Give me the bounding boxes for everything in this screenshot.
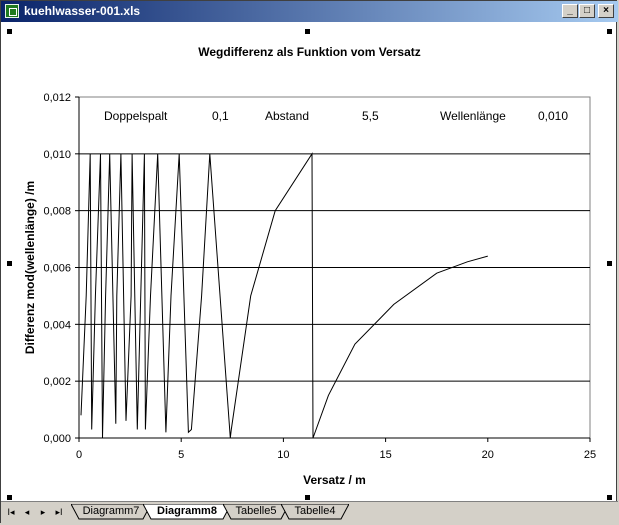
next-sheet-button[interactable]: ▸ — [37, 506, 49, 518]
x-tick-label: 5 — [178, 449, 184, 461]
parameter-label: Wellenlänge — [440, 109, 506, 123]
last-sheet-button[interactable]: ▸I — [53, 506, 65, 518]
x-tick-label: 10 — [277, 449, 289, 461]
x-tick-label: 15 — [379, 449, 391, 461]
sheet-tab[interactable]: Tabelle5 — [223, 504, 289, 520]
x-tick-label: 0 — [76, 449, 82, 461]
y-tick-label: 0,004 — [43, 319, 71, 331]
x-axis-label: Versatz / m — [303, 473, 366, 487]
sheet-tab[interactable]: Tabelle4 — [281, 504, 349, 520]
chart-area[interactable]: Wegdifferenz als Funktion vom Versatz 0,… — [7, 25, 612, 500]
excel-window: kuehlwasser-001.xls _ □ × Wegdifferenz a… — [0, 0, 618, 523]
window-title: kuehlwasser-001.xls — [24, 4, 141, 18]
excel-app-icon[interactable] — [5, 4, 19, 18]
x-tick-label: 20 — [482, 449, 494, 461]
parameter-value: 0,1 — [212, 109, 229, 123]
parameter-label: Doppelspalt — [104, 109, 168, 123]
y-axis-label: Differenz mod(wellenlänge) /m — [23, 181, 37, 354]
parameter-value: 0,010 — [538, 109, 568, 123]
title-bar[interactable]: kuehlwasser-001.xls _ □ × — [1, 1, 618, 22]
prev-sheet-button[interactable]: ◂ — [21, 506, 33, 518]
maximize-button[interactable]: □ — [579, 4, 595, 18]
y-tick-label: 0,010 — [43, 149, 71, 161]
y-tick-label: 0,008 — [43, 206, 71, 218]
sheet-tab[interactable]: Diagramm8 — [143, 504, 231, 520]
y-tick-label: 0,002 — [43, 376, 71, 388]
sheet-tab-label: Tabelle5 — [235, 505, 277, 517]
y-tick-label: 0,012 — [43, 92, 71, 104]
y-tick-label: 0,000 — [43, 433, 71, 445]
minimize-button[interactable]: _ — [562, 4, 578, 18]
parameter-value: 5,5 — [362, 109, 379, 123]
sheet-tab-label: Tabelle4 — [294, 505, 336, 517]
chart-svg: 0,000 0,002 0,004 0,006 0,008 0,010 0,012 0 5 10 1… — [23, 92, 596, 487]
y-tick-label: 0,006 — [43, 263, 71, 275]
sheet-tab[interactable]: Diagramm7 — [71, 504, 151, 520]
x-tick-label: 25 — [584, 449, 596, 461]
series-line — [80, 152, 488, 439]
sheet-tab-label: Diagramm8 — [157, 505, 217, 517]
sheet-tab-bar: I◂ ◂ ▸ ▸I Diagramm7 Diagramm8 Tabelle5 Tabe… — [1, 501, 618, 523]
parameter-label: Abstand — [265, 109, 309, 123]
first-sheet-button[interactable]: I◂ — [5, 506, 17, 518]
close-button[interactable]: × — [598, 4, 614, 18]
sheet-tab-label: Diagramm7 — [82, 505, 140, 517]
